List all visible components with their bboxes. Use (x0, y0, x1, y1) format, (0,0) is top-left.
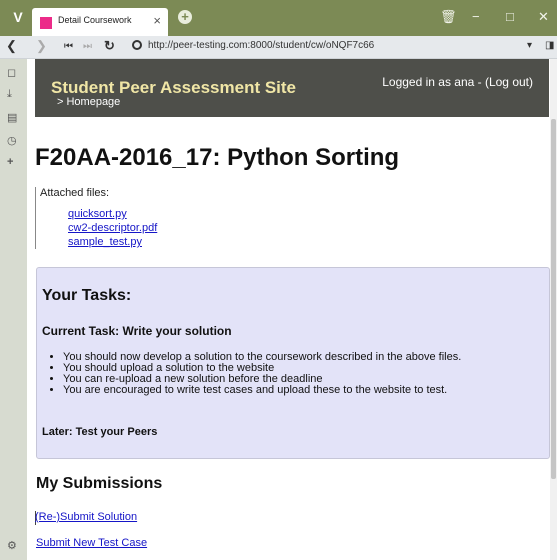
fast-forward-button[interactable]: ⏭ (83, 41, 92, 52)
attached-files-label: Attached files: (40, 187, 110, 199)
history-icon[interactable]: ◷ (7, 134, 17, 147)
page-title: F20AA-2016_17: Python Sorting (35, 144, 400, 171)
file-link[interactable]: quicksort.py (68, 208, 127, 220)
maximize-button[interactable]: □ (506, 9, 514, 24)
login-status[interactable]: Logged in as ana - (Log out) (382, 75, 533, 89)
task-list: You should now develop a solution to the… (63, 352, 461, 396)
file-link[interactable]: cw2-descriptor.pdf (68, 222, 157, 234)
scrollbar-thumb[interactable] (551, 119, 556, 479)
tab-close-icon[interactable]: × (153, 13, 161, 28)
panel-toggle-icon[interactable]: ◨ (545, 40, 554, 51)
later-task: Later: Test your Peers (42, 426, 158, 438)
address-dropdown-icon[interactable]: ▾ (527, 40, 532, 51)
forward-button[interactable]: ❯ (36, 38, 47, 54)
tab-detail-coursework[interactable]: Detail Coursework × (32, 8, 168, 36)
reload-button[interactable]: ↻ (104, 38, 115, 54)
notes-icon[interactable]: ▤ (7, 111, 17, 124)
new-tab-button[interactable]: + (178, 10, 192, 24)
site-header: Student Peer Assessment Site > Homepage … (35, 59, 549, 117)
current-task: Current Task: Write your solution (42, 324, 232, 338)
scrollbar[interactable] (550, 59, 557, 560)
settings-icon[interactable]: ⚙ (7, 539, 17, 552)
submissions-heading: My Submissions (36, 475, 163, 492)
add-panel-icon[interactable]: + (7, 156, 13, 168)
page-content: Student Peer Assessment Site > Homepage … (27, 59, 557, 560)
tasks-heading: Your Tasks: (42, 287, 132, 304)
attached-files: Attached files: quicksort.py cw2-descrip… (35, 187, 540, 249)
file-link[interactable]: sample_test.py (68, 236, 142, 248)
tab-title: Detail Coursework (58, 15, 132, 25)
tasks-panel: Your Tasks: Current Task: Write your sol… (36, 267, 550, 459)
submit-test-case-link[interactable]: Submit New Test Case (36, 537, 147, 549)
download-icon[interactable]: ⤓ (7, 88, 12, 101)
site-info-icon[interactable] (132, 40, 142, 50)
minimize-button[interactable]: − (472, 9, 480, 24)
favicon-icon (40, 17, 52, 29)
close-window-button[interactable]: ✕ (538, 9, 549, 25)
tab-bar: V Detail Coursework × + 🗑 − □ ✕ (0, 0, 557, 36)
vivaldi-logo-icon[interactable]: V (9, 8, 27, 26)
bookmark-icon[interactable]: ◻ (7, 66, 16, 79)
trash-icon[interactable]: 🗑 (440, 9, 457, 25)
url-field[interactable]: http://peer-testing.com:8000/student/cw/… (148, 40, 374, 51)
homepage-link[interactable]: > Homepage (57, 96, 120, 108)
site-title: Student Peer Assessment Site (51, 78, 297, 97)
resubmit-solution-link[interactable]: (Re-)Submit Solution (35, 511, 137, 523)
address-bar-row: ❮ ❯ ⏮ ⏭ ↻ http://peer-testing.com:8000/s… (0, 36, 557, 59)
task-item: You are encouraged to write test cases a… (63, 385, 461, 396)
back-button[interactable]: ❮ (6, 38, 17, 54)
rewind-button[interactable]: ⏮ (64, 41, 73, 52)
side-panel: ◻ ⤓ ▤ ◷ + ⚙ (0, 59, 27, 560)
